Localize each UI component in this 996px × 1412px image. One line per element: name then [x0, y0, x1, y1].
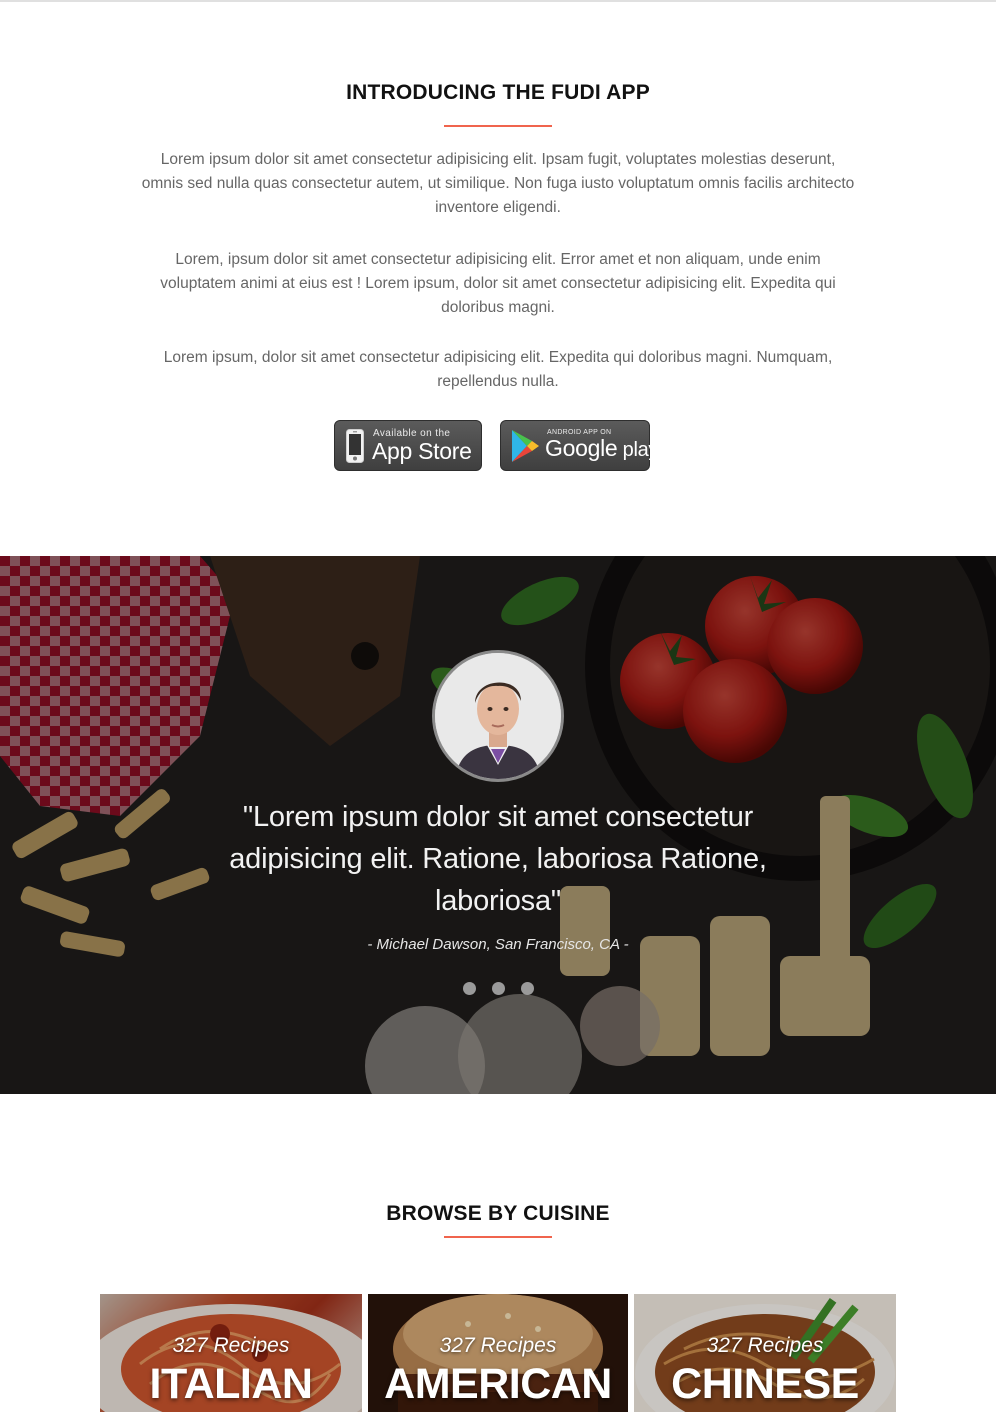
cuisine-name: AMERICAN — [384, 1360, 612, 1408]
play-word: play — [617, 439, 659, 461]
cuisine-card-american[interactable]: 327 Recipes AMERICAN — [368, 1294, 628, 1412]
app-store-big-label: App Store — [372, 438, 472, 464]
google-play-big-label: Google play — [545, 435, 658, 462]
google-word: Google — [545, 435, 618, 461]
intro-paragraph-2: Lorem, ipsum dolor sit amet consectetur … — [160, 251, 836, 316]
intro-title: INTRODUCING THE FUDI APP — [346, 81, 650, 104]
carousel-dots — [0, 982, 996, 995]
carousel-dot-1[interactable] — [462, 982, 476, 995]
user-portrait-icon — [435, 653, 561, 779]
recipe-count: 327 Recipes — [172, 1334, 290, 1357]
cuisine-card-chinese[interactable]: 327 Recipes CHINESE — [634, 1294, 896, 1412]
recipe-count: 327 Recipes — [706, 1334, 824, 1357]
google-play-button[interactable]: ANDROID APP ON Google play — [500, 420, 658, 471]
title-underline — [444, 125, 552, 127]
iphone-icon — [345, 428, 365, 469]
cuisine-name: CHINESE — [671, 1360, 859, 1408]
carousel-dot-3[interactable] — [520, 982, 534, 995]
testimonial-quote: "Lorem ipsum dolor sit amet consectetur … — [229, 801, 767, 917]
testimonial-author: - Michael Dawson, San Francisco, CA - — [367, 936, 629, 953]
intro-paragraph-1: Lorem ipsum dolor sit amet consectetur a… — [141, 151, 855, 216]
cuisine-name: ITALIAN — [149, 1360, 313, 1408]
carousel-dot-2[interactable] — [491, 982, 505, 995]
testimonial-section: "Lorem ipsum dolor sit amet consectetur … — [0, 556, 996, 1094]
app-store-button[interactable]: Available on the App Store — [334, 420, 482, 471]
browse-title: BROWSE BY CUISINE — [386, 1202, 610, 1225]
intro-paragraph-3: Lorem ipsum, dolor sit amet consectetur … — [163, 349, 833, 390]
cuisine-card-italian[interactable]: 327 Recipes ITALIAN — [100, 1294, 362, 1412]
recipe-count: 327 Recipes — [439, 1334, 557, 1357]
title-underline — [444, 1236, 552, 1238]
avatar — [432, 650, 564, 782]
intro-section: INTRODUCING THE FUDI APP Lorem ipsum dol… — [0, 0, 996, 556]
google-play-icon — [510, 429, 540, 468]
